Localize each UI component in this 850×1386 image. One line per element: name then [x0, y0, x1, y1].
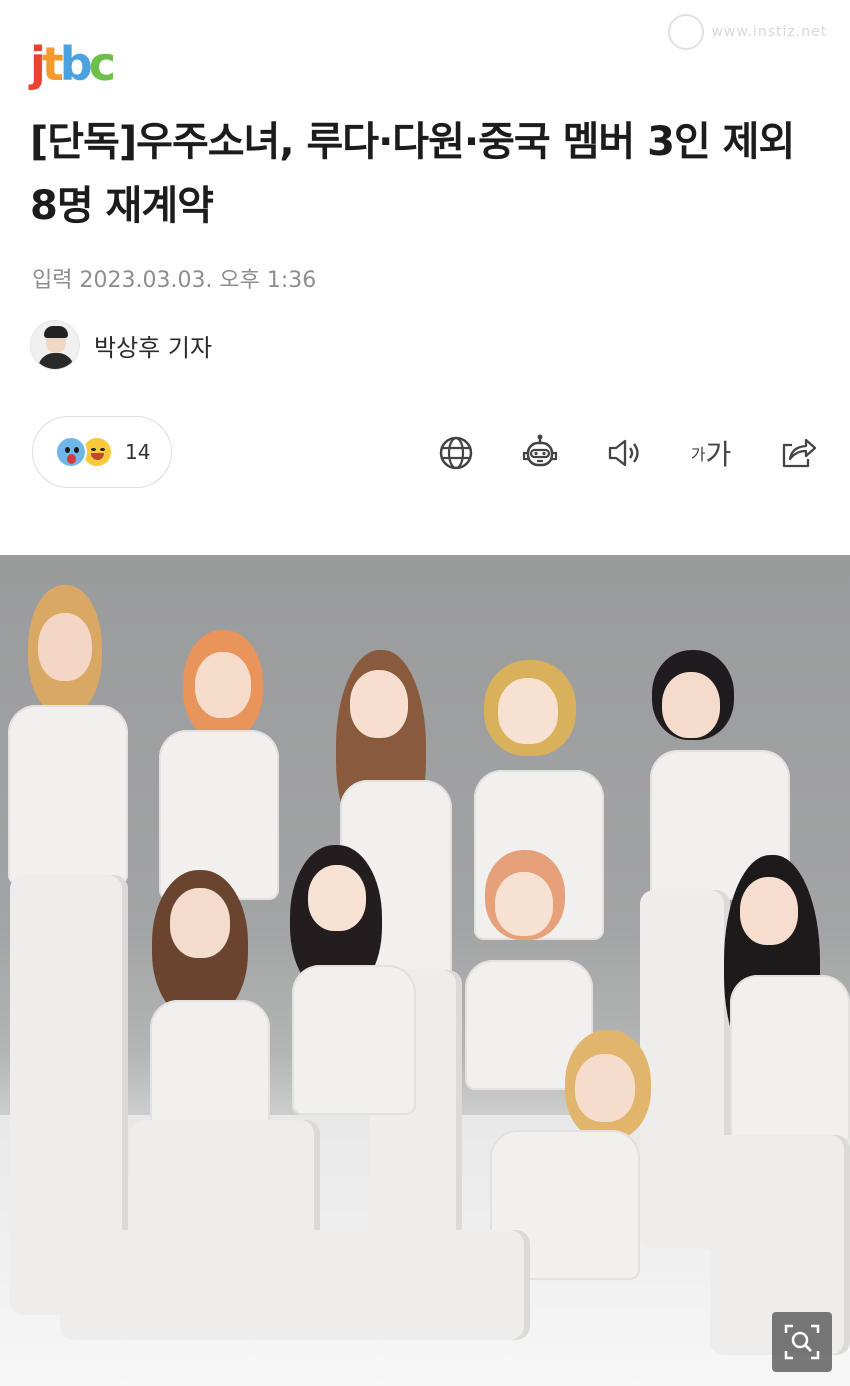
article-toolbar: 가가 — [0, 430, 850, 476]
logo-letter-b: b — [59, 37, 93, 91]
article-date: 입력 2023.03.03. 오후 1:36 — [32, 268, 317, 293]
font-size-large-label: 가 — [705, 438, 732, 471]
author-byline[interactable]: 박상후 기자 — [30, 320, 212, 370]
speaker-icon — [608, 439, 639, 467]
watermark-logo-icon — [668, 14, 704, 50]
photo-member — [700, 855, 850, 1375]
logo-letter-j: j — [30, 37, 46, 91]
robot-icon — [522, 434, 558, 467]
share-icon — [782, 438, 817, 468]
watermark: www.instiz.net — [668, 14, 827, 50]
author-name: 박상후 기자 — [94, 333, 213, 362]
logo-letter-c: c — [88, 37, 116, 91]
photo-member — [60, 1030, 700, 1386]
author-avatar — [30, 320, 80, 370]
article-photo[interactable] — [0, 555, 850, 1386]
shocked-face-icon — [55, 436, 87, 468]
text-to-speech-button[interactable] — [602, 430, 646, 476]
ai-summary-button[interactable] — [518, 430, 562, 476]
share-button[interactable] — [776, 430, 820, 476]
zoom-icon — [784, 1324, 820, 1360]
translate-button[interactable] — [434, 430, 478, 476]
globe-icon — [439, 436, 473, 470]
jtbc-logo[interactable]: jtbc — [30, 37, 116, 91]
zoom-button[interactable] — [772, 1312, 832, 1372]
font-size-small-label: 가 — [690, 445, 706, 464]
article-title: [단독]우주소녀, 루다·다원·중국 멤버 3인 제외 8명 재계약 — [30, 119, 795, 229]
watermark-text: www.instiz.net — [711, 24, 828, 40]
logo-letter-t: t — [41, 37, 64, 91]
font-size-button[interactable]: 가가 — [684, 430, 738, 476]
